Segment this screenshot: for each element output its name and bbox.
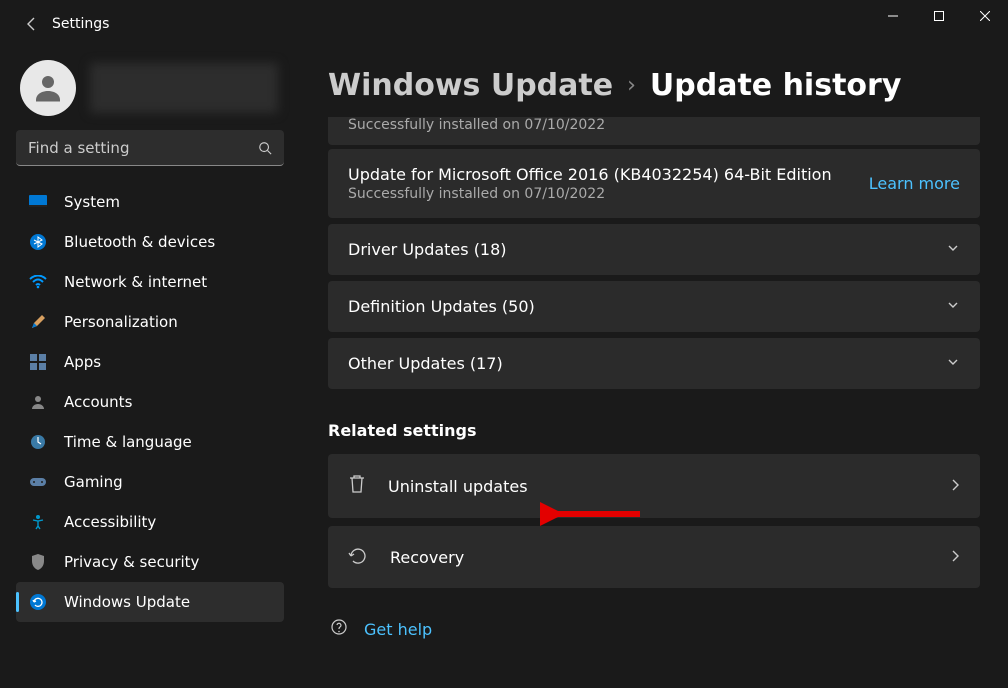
chevron-down-icon <box>946 240 960 259</box>
nav-privacy[interactable]: Privacy & security <box>16 542 284 582</box>
nav-label: Apps <box>64 353 101 371</box>
chevron-right-icon <box>950 477 960 496</box>
group-label: Driver Updates (18) <box>348 240 507 259</box>
maximize-icon <box>934 11 944 21</box>
close-button[interactable] <box>962 0 1008 32</box>
chevron-down-icon <box>946 354 960 373</box>
nav-label: Personalization <box>64 313 178 331</box>
get-help-row[interactable]: Get help <box>328 618 980 640</box>
nav-label: Windows Update <box>64 593 190 611</box>
group-label: Other Updates (17) <box>348 354 503 373</box>
account-icon <box>28 392 48 412</box>
group-driver-updates[interactable]: Driver Updates (18) <box>328 224 980 275</box>
breadcrumb-parent[interactable]: Windows Update <box>328 68 613 103</box>
trash-icon <box>348 474 366 498</box>
chevron-down-icon <box>946 297 960 316</box>
group-other-updates[interactable]: Other Updates (17) <box>328 338 980 389</box>
search-input[interactable] <box>16 130 284 166</box>
nav-gaming[interactable]: Gaming <box>16 462 284 502</box>
help-link[interactable]: Get help <box>364 620 432 639</box>
close-icon <box>980 11 990 21</box>
breadcrumb: Windows Update › Update history <box>328 68 980 103</box>
related-settings-title: Related settings <box>328 421 980 440</box>
group-label: Definition Updates (50) <box>348 297 535 316</box>
recovery-icon <box>348 546 368 568</box>
minimize-button[interactable] <box>870 0 916 32</box>
setting-label: Uninstall updates <box>388 477 928 496</box>
user-profile[interactable] <box>16 60 284 116</box>
nav-accounts[interactable]: Accounts <box>16 382 284 422</box>
nav-bluetooth[interactable]: Bluetooth & devices <box>16 222 284 262</box>
back-arrow-icon <box>24 16 40 32</box>
nav-windows-update[interactable]: Windows Update <box>16 582 284 622</box>
update-item-truncated: Successfully installed on 07/10/2022 <box>328 117 980 145</box>
update-status: Successfully installed on 07/10/2022 <box>348 186 832 202</box>
setting-label: Recovery <box>390 548 928 567</box>
clock-globe-icon <box>28 432 48 452</box>
learn-more-link[interactable]: Learn more <box>869 174 960 193</box>
help-icon <box>330 618 348 640</box>
avatar <box>20 60 76 116</box>
user-name-redacted <box>90 63 278 113</box>
uninstall-updates-card[interactable]: Uninstall updates <box>328 454 980 518</box>
chevron-right-icon: › <box>627 73 636 98</box>
nav-system[interactable]: System <box>16 182 284 222</box>
nav-label: Time & language <box>64 433 192 451</box>
shield-icon <box>28 552 48 572</box>
minimize-icon <box>888 11 898 21</box>
chevron-right-icon <box>950 548 960 567</box>
group-definition-updates[interactable]: Definition Updates (50) <box>328 281 980 332</box>
back-button[interactable] <box>12 4 52 44</box>
search-container <box>16 130 284 166</box>
maximize-button[interactable] <box>916 0 962 32</box>
update-item: Update for Microsoft Office 2016 (KB4032… <box>328 149 980 218</box>
nav-apps[interactable]: Apps <box>16 342 284 382</box>
update-title: Update for Microsoft Office 2016 (KB4032… <box>348 165 832 184</box>
nav-label: System <box>64 193 120 211</box>
bluetooth-icon <box>28 232 48 252</box>
update-status: Successfully installed on 07/10/2022 <box>348 117 960 133</box>
nav-list: System Bluetooth & devices Network & int… <box>16 182 284 622</box>
nav-label: Accounts <box>64 393 132 411</box>
monitor-icon <box>28 192 48 212</box>
nav-label: Accessibility <box>64 513 156 531</box>
brush-icon <box>28 312 48 332</box>
nav-label: Bluetooth & devices <box>64 233 215 251</box>
nav-label: Privacy & security <box>64 553 199 571</box>
recovery-card[interactable]: Recovery <box>328 526 980 588</box>
nav-network[interactable]: Network & internet <box>16 262 284 302</box>
nav-personalization[interactable]: Personalization <box>16 302 284 342</box>
nav-accessibility[interactable]: Accessibility <box>16 502 284 542</box>
breadcrumb-current: Update history <box>650 68 901 103</box>
person-icon <box>30 70 66 106</box>
nav-time-language[interactable]: Time & language <box>16 422 284 462</box>
accessibility-icon <box>28 512 48 532</box>
nav-label: Network & internet <box>64 273 207 291</box>
window-title: Settings <box>52 16 109 32</box>
nav-label: Gaming <box>64 473 123 491</box>
wifi-icon <box>28 272 48 292</box>
update-icon <box>28 592 48 612</box>
gamepad-icon <box>28 472 48 492</box>
apps-icon <box>28 352 48 372</box>
